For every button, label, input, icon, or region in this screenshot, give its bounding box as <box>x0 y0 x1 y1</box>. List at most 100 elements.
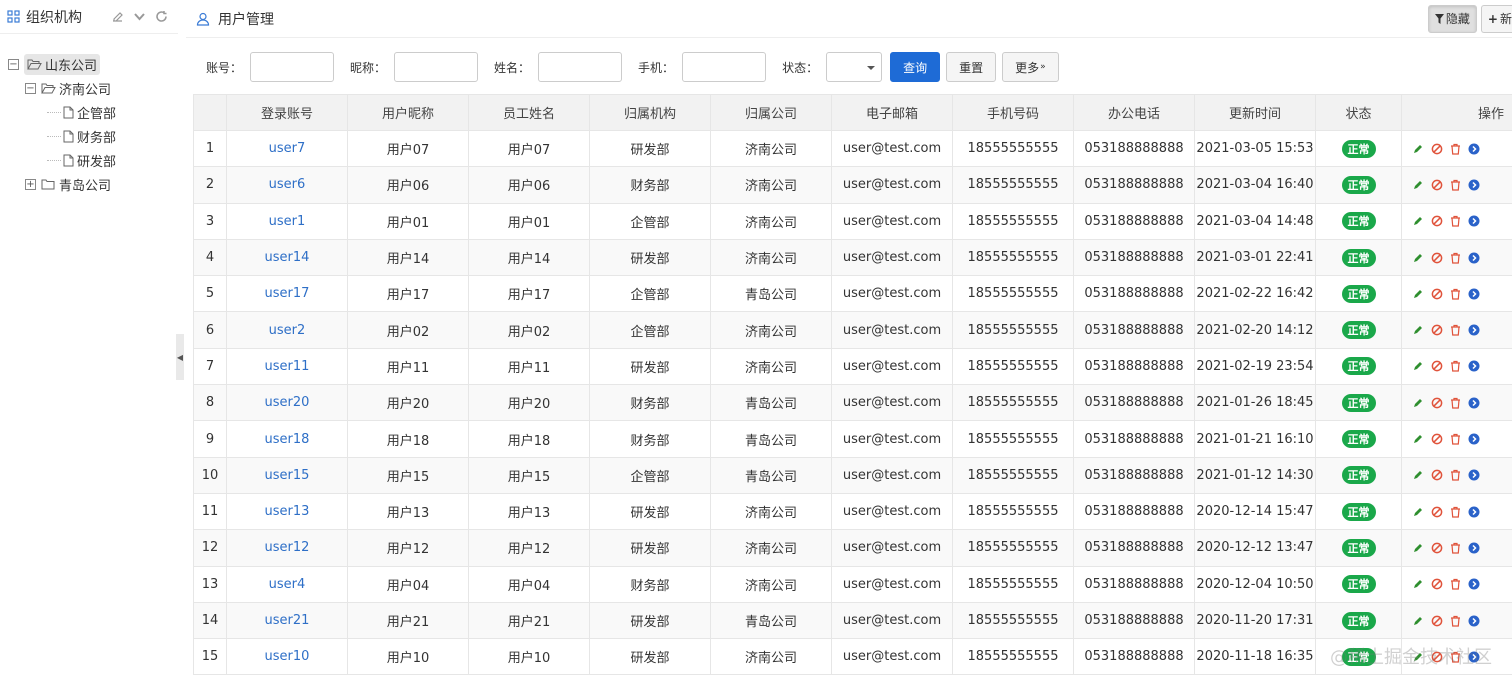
delete-icon[interactable] <box>1450 288 1461 300</box>
tree-node-qiguanbu[interactable]: 企管部 <box>0 100 178 124</box>
delete-icon[interactable] <box>1450 397 1461 409</box>
tree-node-yanfabu[interactable]: 研发部 <box>0 148 178 172</box>
collapse-icon[interactable]: − <box>25 82 36 94</box>
delete-icon[interactable] <box>1450 215 1461 227</box>
table-row[interactable]: 6 user2 用户02 用户02 企管部 济南公司 user@test.com 185555… <box>193 311 1512 349</box>
collapse-icon[interactable]: − <box>8 58 19 70</box>
disable-icon[interactable] <box>1431 324 1443 336</box>
delete-icon[interactable] <box>1450 360 1461 373</box>
disable-icon[interactable] <box>1431 542 1443 554</box>
tree-node-shandong[interactable]: − 山东公司 <box>0 52 178 76</box>
login-account[interactable]: user7 <box>226 129 348 168</box>
email-header[interactable]: 电子邮箱 <box>831 94 953 131</box>
more-actions-icon[interactable] <box>1468 179 1480 191</box>
tree-node-caiwubu[interactable]: 财务部 <box>0 124 178 148</box>
table-row[interactable]: 13 user4 用户04 用户04 财务部 济南公司 user@test.com 18555… <box>193 565 1512 603</box>
disable-icon[interactable] <box>1431 506 1443 518</box>
status-header[interactable]: 状态 <box>1315 94 1402 131</box>
disable-icon[interactable] <box>1431 215 1443 227</box>
table-row[interactable]: 2 user6 用户06 用户06 财务部 济南公司 user@test.com 185555… <box>193 166 1512 204</box>
disable-icon[interactable] <box>1431 143 1443 155</box>
more-actions-icon[interactable] <box>1468 433 1480 445</box>
more-actions-icon[interactable] <box>1468 324 1480 336</box>
disable-icon[interactable] <box>1431 252 1443 264</box>
edit-icon[interactable] <box>1412 542 1424 554</box>
delete-icon[interactable] <box>1450 252 1461 264</box>
nickname-header[interactable]: 用户昵称 <box>347 94 469 131</box>
phone-input[interactable] <box>682 52 767 82</box>
edit-icon[interactable] <box>110 10 124 24</box>
more-actions-icon[interactable] <box>1468 615 1480 627</box>
delete-icon[interactable] <box>1450 578 1461 590</box>
delete-icon[interactable] <box>1450 469 1461 481</box>
tree-node-jinan[interactable]: − 济南公司 <box>0 76 178 100</box>
login-account-header[interactable]: 登录账号 <box>226 94 348 131</box>
more-actions-icon[interactable] <box>1468 143 1480 155</box>
query-button[interactable]: 查询 <box>890 52 941 82</box>
login-account[interactable]: user18 <box>226 420 348 458</box>
reset-button[interactable]: 重置 <box>946 52 997 82</box>
edit-icon[interactable] <box>1412 215 1424 227</box>
chevron-down-icon[interactable] <box>132 10 146 24</box>
login-account[interactable]: user11 <box>226 347 348 386</box>
table-row[interactable]: 11 user13 用户13 用户13 研发部 济南公司 user@test.com 1855… <box>193 492 1512 531</box>
table-row[interactable]: 10 user15 用户15 用户15 企管部 青岛公司 user@test.com 1855… <box>193 456 1512 494</box>
login-account[interactable]: user13 <box>226 492 348 531</box>
edit-icon[interactable] <box>1412 578 1424 590</box>
disable-icon[interactable] <box>1431 179 1443 191</box>
status-select[interactable] <box>826 52 883 82</box>
disable-icon[interactable] <box>1431 360 1443 372</box>
login-account[interactable]: user2 <box>226 311 348 349</box>
table-row[interactable]: 15 user10 用户10 用户10 研发部 济南公司 user@test.com 1855… <box>193 638 1512 676</box>
login-account[interactable]: user6 <box>226 166 348 204</box>
more-actions-icon[interactable] <box>1468 252 1480 264</box>
more-actions-icon[interactable] <box>1468 506 1480 518</box>
table-row[interactable]: 8 user20 用户20 用户20 财务部 青岛公司 user@test.com 18555… <box>193 384 1512 422</box>
disable-icon[interactable] <box>1431 469 1443 481</box>
edit-icon[interactable] <box>1412 615 1424 627</box>
table-row[interactable]: 5 user17 用户17 用户17 企管部 青岛公司 user@test.com 18555… <box>193 275 1512 313</box>
table-row[interactable]: 7 user11 用户11 用户11 研发部 济南公司 user@test.com 18555… <box>193 347 1512 386</box>
table-row[interactable]: 1 user7 用户07 用户07 研发部 济南公司 user@test.com 185555… <box>193 129 1512 168</box>
login-account[interactable]: user20 <box>226 384 348 422</box>
more-actions-icon[interactable] <box>1468 578 1480 590</box>
disable-icon[interactable] <box>1431 288 1443 300</box>
delete-icon[interactable] <box>1450 179 1461 191</box>
delete-icon[interactable] <box>1450 615 1461 627</box>
table-row[interactable]: 3 user1 用户01 用户01 企管部 济南公司 user@test.com 185555… <box>193 202 1512 240</box>
login-account[interactable]: user15 <box>226 456 348 494</box>
disable-icon[interactable] <box>1431 578 1443 590</box>
login-account[interactable]: user21 <box>226 601 348 640</box>
more-actions-icon[interactable] <box>1468 397 1480 409</box>
login-account[interactable]: user4 <box>226 565 348 603</box>
edit-icon[interactable] <box>1412 143 1424 155</box>
disable-icon[interactable] <box>1431 615 1443 627</box>
more-button[interactable]: 更多 » <box>1002 52 1059 82</box>
login-account[interactable]: user10 <box>226 638 348 676</box>
panel-collapse-handle[interactable]: ◀ <box>176 334 184 380</box>
nickname-input[interactable] <box>394 52 479 82</box>
name-input[interactable] <box>538 52 623 82</box>
edit-icon[interactable] <box>1412 506 1424 518</box>
more-actions-icon[interactable] <box>1468 542 1480 554</box>
delete-icon[interactable] <box>1450 542 1461 554</box>
delete-icon[interactable] <box>1450 433 1461 445</box>
login-account[interactable]: user14 <box>226 238 348 277</box>
account-input[interactable] <box>250 52 335 82</box>
company-header[interactable]: 归属公司 <box>710 94 832 131</box>
edit-icon[interactable] <box>1412 252 1424 264</box>
disable-icon[interactable] <box>1431 433 1443 445</box>
office-phone-header[interactable]: 办公电话 <box>1073 94 1195 131</box>
more-actions-icon[interactable] <box>1468 360 1480 372</box>
delete-icon[interactable] <box>1450 506 1461 518</box>
delete-icon[interactable] <box>1450 324 1461 336</box>
table-row[interactable]: 14 user21 用户21 用户21 研发部 青岛公司 user@test.com 1855… <box>193 601 1512 640</box>
refresh-icon[interactable] <box>154 10 168 24</box>
more-actions-icon[interactable] <box>1468 469 1480 481</box>
edit-icon[interactable] <box>1412 360 1424 372</box>
table-row[interactable]: 12 user12 用户12 用户12 研发部 济南公司 user@test.com 1855… <box>193 529 1512 567</box>
employee-name-header[interactable]: 员工姓名 <box>468 94 590 131</box>
delete-icon[interactable] <box>1450 143 1461 155</box>
org-header[interactable]: 归属机构 <box>589 94 711 131</box>
add-user-button[interactable]: + 新 <box>1480 4 1512 33</box>
